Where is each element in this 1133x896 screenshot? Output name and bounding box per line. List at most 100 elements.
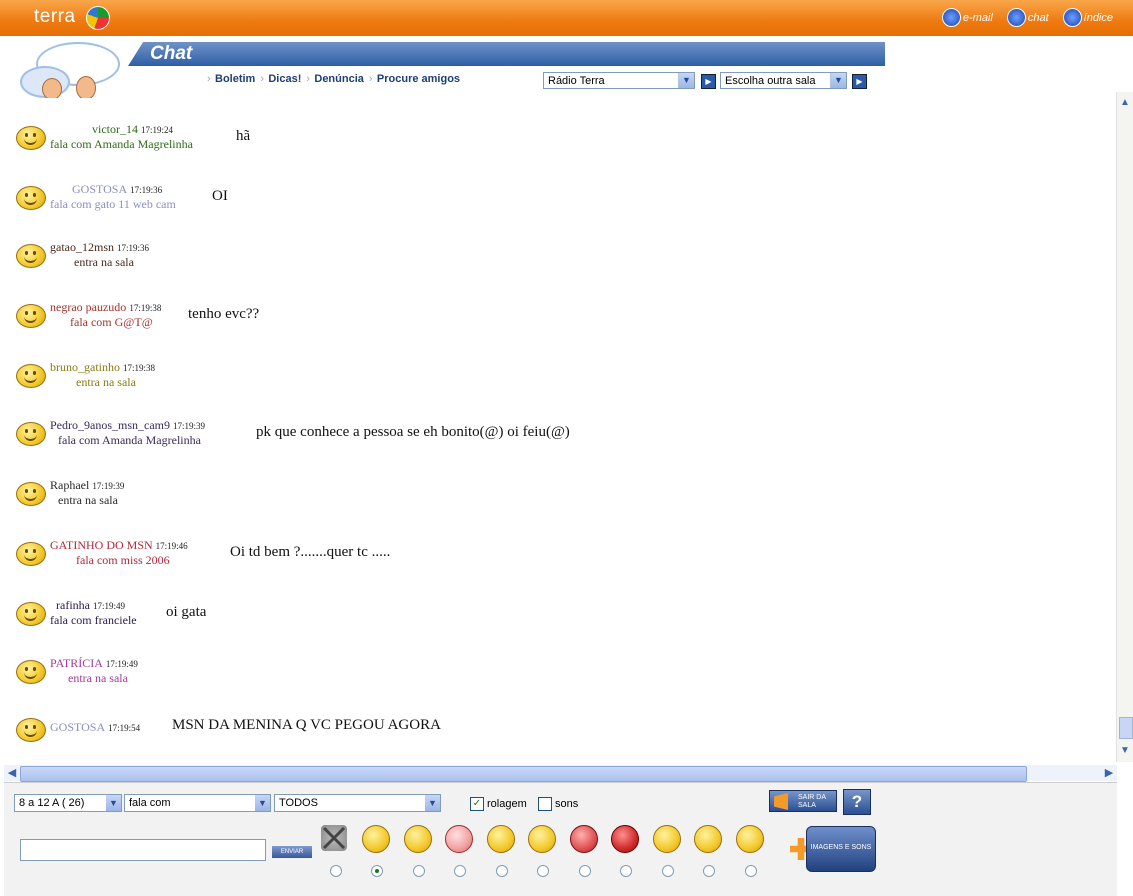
smiley-icon: [16, 422, 46, 446]
message-text: OI: [212, 188, 228, 204]
message-nick[interactable]: victor_14 17:19:24: [92, 122, 173, 137]
input-panel: 8 a 12 A ( 26) ▼ fala com ▼ TODOS ▼ ✓ rolage…: [4, 782, 1117, 896]
nav-dicas[interactable]: Dicas!: [260, 73, 306, 85]
message-nick[interactable]: negrao pauzudo 17:19:38: [50, 300, 161, 315]
message-action: fala com franciele: [50, 613, 137, 627]
emoticon-radio[interactable]: [454, 865, 466, 877]
message-action: fala com gato 11 web cam: [50, 197, 176, 211]
send-button[interactable]: ENVIAR: [272, 846, 312, 858]
message-action: fala com G@T@: [70, 315, 153, 329]
page-title: Chat: [150, 43, 193, 64]
sleepy-icon[interactable]: [694, 825, 722, 853]
top-bar: terra e-mail chat índice: [0, 0, 1133, 36]
mad-icon[interactable]: [611, 825, 639, 853]
emoticon-radio[interactable]: [330, 865, 342, 877]
chevron-down-icon: ▼: [678, 73, 694, 88]
smiley-icon: [16, 126, 46, 150]
smiley-icon: [16, 364, 46, 388]
smiley-icon: [16, 186, 46, 210]
exit-door-icon: [774, 793, 788, 810]
index-link[interactable]: índice: [1062, 8, 1113, 27]
scroll-thumb[interactable]: [20, 766, 1027, 782]
room-select[interactable]: Escolha outra sala ▼: [720, 72, 847, 89]
nav-procure-amigos[interactable]: Procure amigos: [369, 73, 465, 85]
index-icon: [1062, 8, 1082, 27]
emoticon-radio[interactable]: [537, 865, 549, 877]
message-nick[interactable]: PATRÍCIA 17:19:49: [50, 656, 138, 671]
vertical-scrollbar[interactable]: ▲ ▼: [1116, 92, 1133, 762]
images-sounds-button[interactable]: IMAGENS E SONS: [790, 826, 878, 872]
sad-icon[interactable]: [736, 825, 764, 853]
tongue-icon[interactable]: [528, 825, 556, 853]
radio-go-button[interactable]: ▶: [701, 74, 716, 89]
message-text: Oi td bem ?.......quer tc .....: [230, 544, 391, 560]
message-input[interactable]: [20, 839, 266, 861]
sons-checkbox[interactable]: sons: [538, 797, 578, 811]
no-emoticon-icon[interactable]: [321, 825, 347, 851]
help-button[interactable]: ?: [843, 789, 871, 815]
leave-room-button[interactable]: SAIR DA SALA: [769, 790, 837, 812]
room-go-button[interactable]: ▶: [852, 74, 867, 89]
message-nick[interactable]: GOSTOSA 17:19:36: [72, 182, 162, 197]
angry-icon[interactable]: [570, 825, 598, 853]
message-action: entra na sala: [58, 493, 118, 507]
smile-icon[interactable]: [362, 825, 390, 853]
message-action: fala com miss 2006: [76, 553, 170, 567]
rolagem-checkbox[interactable]: ✓ rolagem: [470, 797, 527, 811]
emoticon-radio[interactable]: [371, 865, 383, 877]
message-nick[interactable]: Raphael 17:19:39: [50, 478, 124, 493]
message-action: entra na sala: [76, 375, 136, 389]
emoticon-radio[interactable]: [413, 865, 425, 877]
email-icon: [941, 8, 961, 27]
scroll-thumb[interactable]: [1119, 717, 1133, 739]
radio-select[interactable]: Rádio Terra ▼: [543, 72, 695, 89]
message-action: fala com Amanda Magrelinha: [50, 137, 193, 151]
message-text: pk que conhece a pessoa se eh bonito(@) …: [256, 424, 570, 440]
terra-logo-icon[interactable]: [86, 6, 110, 30]
smiley-icon: [16, 718, 46, 742]
emoticon-radio[interactable]: [620, 865, 632, 877]
nav-boletim[interactable]: Boletim: [207, 73, 260, 85]
room-count-select[interactable]: 8 a 12 A ( 26) ▼: [14, 794, 122, 812]
emoticon-radio[interactable]: [703, 865, 715, 877]
grin-icon[interactable]: [404, 825, 432, 853]
message-text: oi gata: [166, 604, 207, 620]
message-nick[interactable]: gatao_12msn 17:19:36: [50, 240, 149, 255]
emoticon-radio[interactable]: [579, 865, 591, 877]
mode-select[interactable]: fala com ▼: [124, 794, 271, 812]
scroll-down-icon[interactable]: ▼: [1118, 744, 1132, 758]
chevron-down-icon: ▼: [255, 795, 270, 811]
chevron-down-icon: ▼: [425, 795, 440, 811]
message-nick[interactable]: Pedro_9anos_msn_cam9 17:19:39: [50, 418, 205, 433]
blush-icon[interactable]: [445, 825, 473, 853]
emoticon-radio[interactable]: [745, 865, 757, 877]
images-sounds-label: IMAGENS E SONS: [806, 826, 876, 872]
horizontal-scrollbar[interactable]: ◀ ▶: [4, 765, 1117, 782]
terra-logo-text[interactable]: terra: [34, 6, 76, 28]
emoticon-radio[interactable]: [496, 865, 508, 877]
scroll-left-icon[interactable]: ◀: [5, 766, 19, 780]
message-nick[interactable]: rafinha 17:19:49: [56, 598, 125, 613]
scroll-right-icon[interactable]: ▶: [1102, 766, 1116, 780]
target-select[interactable]: TODOS ▼: [274, 794, 441, 812]
smiley-icon: [16, 244, 46, 268]
emoticon-radio[interactable]: [662, 865, 674, 877]
chat-log: victor_14 17:19:24 fala com Amanda Magrel…: [4, 98, 1117, 762]
chat-header: Chat Boletim Dicas! Denúncia Procure ami…: [0, 36, 885, 100]
smiley-icon: [16, 482, 46, 506]
message-nick[interactable]: GOSTOSA 17:19:54: [50, 720, 140, 735]
message-action: fala com Amanda Magrelinha: [58, 433, 201, 447]
chat-nav: Boletim Dicas! Denúncia Procure amigos: [207, 73, 465, 85]
chat-link[interactable]: chat: [1006, 8, 1049, 27]
email-link[interactable]: e-mail: [941, 8, 993, 27]
message-nick[interactable]: bruno_gatinho 17:19:38: [50, 360, 155, 375]
surprised-icon[interactable]: [653, 825, 681, 853]
scroll-up-icon[interactable]: ▲: [1118, 96, 1132, 110]
message-text: MSN DA MENINA Q VC PEGOU AGORA: [172, 717, 441, 733]
chat-bubbles-icon: [16, 40, 126, 100]
wink-icon[interactable]: [487, 825, 515, 853]
message-text: hã: [236, 128, 251, 144]
chat-title-bar: [128, 42, 885, 66]
nav-denuncia[interactable]: Denúncia: [306, 73, 369, 85]
message-nick[interactable]: GATINHO DO MSN 17:19:46: [50, 538, 188, 553]
